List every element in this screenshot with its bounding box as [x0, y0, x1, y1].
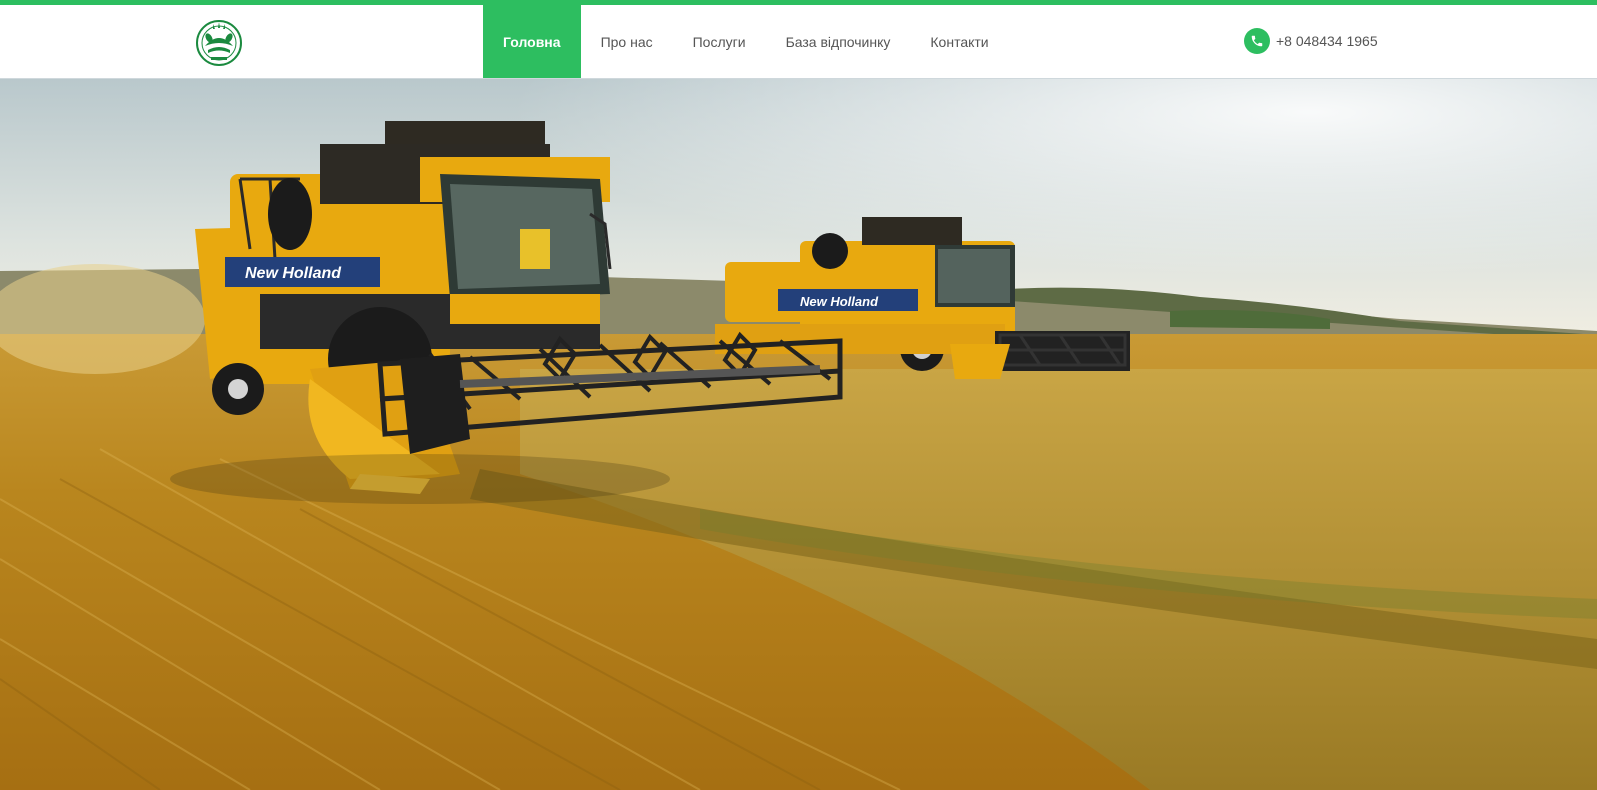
- navbar: Головна Про нас Послуги База відпочинку …: [0, 5, 1597, 79]
- hero-image: New Holland New Holland: [0, 79, 1597, 790]
- nav-item-contacts[interactable]: Контакти: [910, 5, 1008, 78]
- phone-number: +8 048434 1965: [1276, 33, 1378, 49]
- hero-banner: New Holland New Holland: [0, 79, 1597, 790]
- phone-contact[interactable]: +8 048434 1965: [1244, 28, 1378, 54]
- nav-item-home[interactable]: Головна: [483, 5, 581, 78]
- brand-label-back: New Holland: [800, 294, 879, 309]
- brand-label-front: New Holland: [245, 265, 342, 282]
- emblem-logo-icon: [196, 20, 242, 66]
- site-logo[interactable]: [193, 16, 245, 68]
- nav-item-about[interactable]: Про нас: [581, 5, 673, 78]
- nav-item-recreation-base[interactable]: База відпочинку: [766, 5, 911, 78]
- nav-item-services[interactable]: Послуги: [673, 5, 766, 78]
- main-nav: Головна Про нас Послуги База відпочинку …: [483, 5, 1009, 78]
- phone-icon: [1244, 28, 1270, 54]
